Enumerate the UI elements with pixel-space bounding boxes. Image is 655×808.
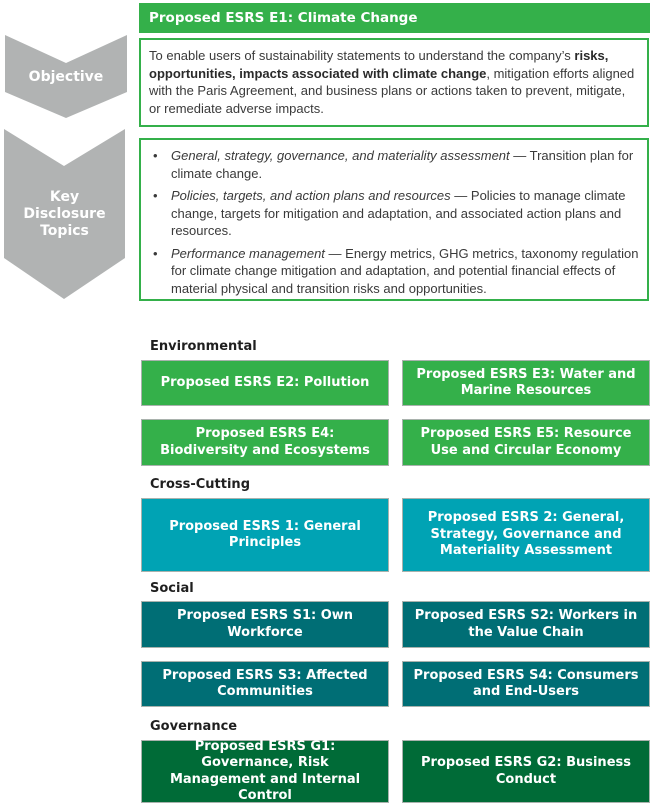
tile-esrs-s3: Proposed ESRS S3: Affected Communities [141,661,389,707]
topic-heading: Policies, targets, and action plans and … [171,188,451,203]
tile-esrs-s2: Proposed ESRS S2: Workers in the Value C… [402,601,650,648]
tile-esrs-2: Proposed ESRS 2: General, Strategy, Gove… [402,498,650,572]
key-topics-box: • General, strategy, governance, and mat… [139,138,649,301]
category-label-social: Social [150,581,194,596]
topic-item: • Performance management — Energy metric… [149,245,639,298]
tile-esrs-s4: Proposed ESRS S4: Consumers and End-User… [402,661,650,707]
tile-esrs-s1: Proposed ESRS S1: Own Workforce [141,601,389,648]
objective-text-start: To enable users of sustainability statem… [149,48,575,63]
category-label-governance: Governance [150,719,238,734]
objective-label: Objective [28,69,104,85]
tile-esrs-e2: Proposed ESRS E2: Pollution [141,360,389,406]
key-disclosure-topics-label: Key Disclosure Topics [4,189,125,240]
tile-esrs-1: Proposed ESRS 1: General Principles [141,498,389,572]
topic-heading: General, strategy, governance, and mater… [171,148,510,163]
bullet-icon: • [153,188,158,203]
tile-esrs-e5: Proposed ESRS E5: Resource Use and Circu… [402,419,650,466]
key-topics-line-3: Topics [40,223,89,239]
topic-item: • General, strategy, governance, and mat… [149,147,639,182]
category-label-environmental: Environmental [150,339,257,354]
topic-heading: Performance management [171,245,325,261]
category-label-cross-cutting: Cross-Cutting [150,477,250,492]
tile-esrs-g1: Proposed ESRS G1: Governance, Risk Manag… [141,739,389,803]
topic-item: • Policies, targets, and action plans an… [149,187,639,240]
objective-chevron-shape [5,35,127,118]
key-topics-line-1: Key [49,189,80,205]
key-topics-list: • General, strategy, governance, and mat… [149,147,639,297]
tile-esrs-e4: Proposed ESRS E4: Biodiversity and Ecosy… [141,419,389,466]
bullet-icon: • [153,245,158,261]
tile-esrs-e3: Proposed ESRS E3: Water and Marine Resou… [402,360,650,406]
bullet-icon: • [153,148,158,163]
objective-box: To enable users of sustainability statem… [139,38,649,127]
e1-climate-change-header: Proposed ESRS E1: Climate Change [139,3,650,33]
key-topics-line-2: Disclosure [23,206,106,222]
tile-esrs-g2: Proposed ESRS G2: Business Conduct [402,740,650,803]
